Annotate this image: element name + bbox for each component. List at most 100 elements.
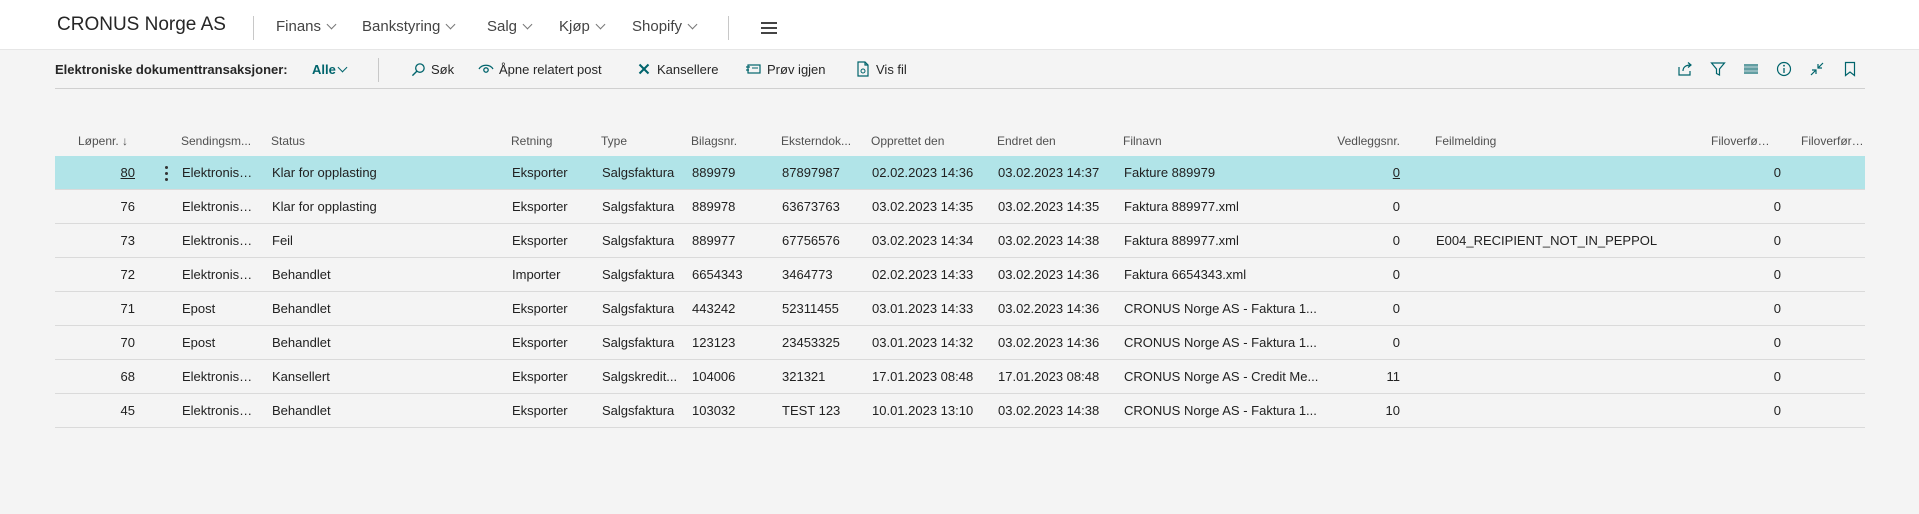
column-header-external-doc[interactable]: Eksterndok...: [781, 134, 855, 148]
open-related-label: Åpne relatert post: [499, 61, 602, 77]
cell-type: Salgsfaktura: [602, 233, 675, 248]
cell-direction: Eksporter: [512, 301, 568, 316]
cell-created: 02.02.2023 14:36: [872, 165, 974, 180]
cell-sending: Elektronisk ...: [182, 165, 258, 180]
cell-attach: 11: [1386, 369, 1401, 384]
cell-sending: Elektronisk ...: [182, 267, 258, 282]
column-header-modified[interactable]: Endret den: [997, 134, 1097, 148]
cell-direction: Eksporter: [512, 233, 568, 248]
search-icon: [410, 61, 426, 77]
cell-modified: 03.02.2023 14:37: [998, 165, 1100, 180]
cell-attach: 0: [1392, 335, 1400, 350]
retry-button[interactable]: Prøv igjen: [746, 61, 826, 77]
nav-divider: [728, 16, 729, 40]
cell-file-transfer1: 0: [1773, 301, 1781, 316]
collapse-icon[interactable]: [1807, 59, 1827, 79]
hamburger-menu-icon[interactable]: [761, 22, 777, 34]
chevron-down-icon: [445, 19, 456, 30]
column-header-created[interactable]: Opprettet den: [871, 134, 971, 148]
close-icon: [636, 61, 652, 77]
share-icon[interactable]: [1675, 59, 1695, 79]
cell-attach[interactable]: 0: [1330, 165, 1400, 180]
column-header-filename[interactable]: Filnavn: [1123, 134, 1223, 148]
cell-ext-doc: TEST 123: [782, 403, 841, 418]
column-header-status[interactable]: Status: [271, 134, 331, 148]
cell-sending: Epost: [182, 335, 216, 350]
cell-entry-no[interactable]: 80: [85, 165, 135, 180]
cell-direction: Eksporter: [512, 165, 568, 180]
cell-doc-no: 123123: [692, 335, 736, 350]
cell-entry-no: 73: [120, 233, 135, 248]
menu-salg[interactable]: Salg: [487, 18, 533, 35]
cell-status: Kansellert: [272, 369, 330, 384]
bookmark-icon[interactable]: [1840, 59, 1860, 79]
cell-modified: 03.02.2023 14:36: [998, 335, 1100, 350]
table-row[interactable]: 80 Elektronisk ... Klar for opplasting Eksp…: [55, 156, 1865, 190]
cell-created: 03.02.2023 14:35: [872, 199, 974, 214]
cell-modified: 03.02.2023 14:38: [998, 403, 1100, 418]
cell-file-transfer1: 0: [1773, 335, 1781, 350]
cell-sending: Elektronisk ...: [182, 369, 258, 384]
open-related-record-button[interactable]: Åpne relatert post: [478, 61, 602, 77]
chevron-down-icon: [337, 62, 348, 73]
view-file-button[interactable]: Vis fil: [855, 61, 907, 77]
menu-label: Salg: [487, 18, 518, 35]
cell-file-transfer1: 0: [1773, 267, 1781, 282]
retry-label: Prøv igjen: [767, 61, 826, 77]
cell-entry-no: 71: [120, 301, 135, 316]
action-bar: Elektroniske dokumenttransaksjoner: Alle…: [55, 58, 1865, 82]
table-row[interactable]: 73 Elektronisk ... Feil Eksporter Salgsfaktu…: [55, 224, 1865, 258]
menu-finans[interactable]: Finans: [276, 18, 337, 35]
column-header-doc-no[interactable]: Bilagsnr.: [691, 134, 751, 148]
send-retry-icon: [746, 61, 762, 77]
table-row[interactable]: 68 Elektronisk ... Kansellert Eksporter Salg…: [55, 360, 1865, 394]
cell-direction: Eksporter: [512, 335, 568, 350]
cell-modified: 17.01.2023 08:48: [998, 369, 1100, 384]
column-header-attachment-no[interactable]: Vedleggsnr.: [1330, 134, 1400, 148]
cell-direction: Eksporter: [512, 369, 568, 384]
list-view-icon[interactable]: [1741, 59, 1761, 79]
cell-status: Behandlet: [272, 267, 331, 282]
menu-label: Bankstyring: [362, 18, 441, 35]
cell-doc-no: 443242: [692, 301, 736, 316]
chevron-down-icon: [687, 19, 698, 30]
cell-status: Klar for opplasting: [272, 199, 377, 214]
cell-filename: Faktura 6654343.xml: [1124, 267, 1247, 282]
menu-kjop[interactable]: Kjøp: [559, 18, 606, 35]
view-filter-label: Alle: [312, 62, 336, 77]
row-actions-icon[interactable]: [159, 164, 173, 182]
table-row[interactable]: 71 Epost Behandlet Eksporter Salgsfaktura 443…: [55, 292, 1865, 326]
cell-status: Behandlet: [272, 335, 331, 350]
column-header-direction[interactable]: Retning: [511, 134, 571, 148]
cell-status: Feil: [272, 233, 293, 248]
nav-divider: [253, 16, 254, 40]
filter-icon[interactable]: [1708, 59, 1728, 79]
cell-doc-no: 6654343: [692, 267, 743, 282]
cell-ext-doc: 63673763: [782, 199, 840, 214]
column-header-entry-no[interactable]: Løpenr. ↓: [78, 134, 133, 148]
column-header-error[interactable]: Feilmelding: [1435, 134, 1535, 148]
company-name[interactable]: CRONUS Norge AS: [57, 14, 226, 36]
cell-filename: CRONUS Norge AS - Faktura 1...: [1124, 403, 1317, 418]
cancel-button[interactable]: Kansellere: [636, 61, 718, 77]
table-row[interactable]: 72 Elektronisk ... Behandlet Importer Salgsf…: [55, 258, 1865, 292]
cell-filename: Faktura 889977.xml: [1124, 233, 1239, 248]
column-header-type[interactable]: Type: [601, 134, 661, 148]
cell-created: 02.02.2023 14:33: [872, 267, 974, 282]
cell-doc-no: 889979: [692, 165, 736, 180]
cell-direction: Eksporter: [512, 403, 568, 418]
table-row[interactable]: 76 Elektronisk ... Klar for opplasting Eksp…: [55, 190, 1865, 224]
menu-shopify[interactable]: Shopify: [632, 18, 698, 35]
table-row[interactable]: 70 Epost Behandlet Eksporter Salgsfaktura 123…: [55, 326, 1865, 360]
column-header-sending[interactable]: Sendingsm...: [181, 134, 257, 148]
action-bar-underline: [55, 88, 1865, 89]
view-filter-dropdown[interactable]: Alle: [312, 62, 348, 77]
page-title: Elektroniske dokumenttransaksjoner:: [55, 62, 288, 77]
search-button[interactable]: Søk: [410, 61, 454, 77]
cell-type: Salgsfaktura: [602, 267, 675, 282]
column-header-file-transfer-1[interactable]: Filoverføri...: [1711, 134, 1773, 148]
info-icon[interactable]: [1774, 59, 1794, 79]
column-header-file-transfer-2[interactable]: Filoverføring: [1801, 134, 1865, 148]
table-row[interactable]: 45 Elektronisk ... Behandlet Eksporter Salgs…: [55, 394, 1865, 428]
menu-bankstyring[interactable]: Bankstyring: [362, 18, 456, 35]
